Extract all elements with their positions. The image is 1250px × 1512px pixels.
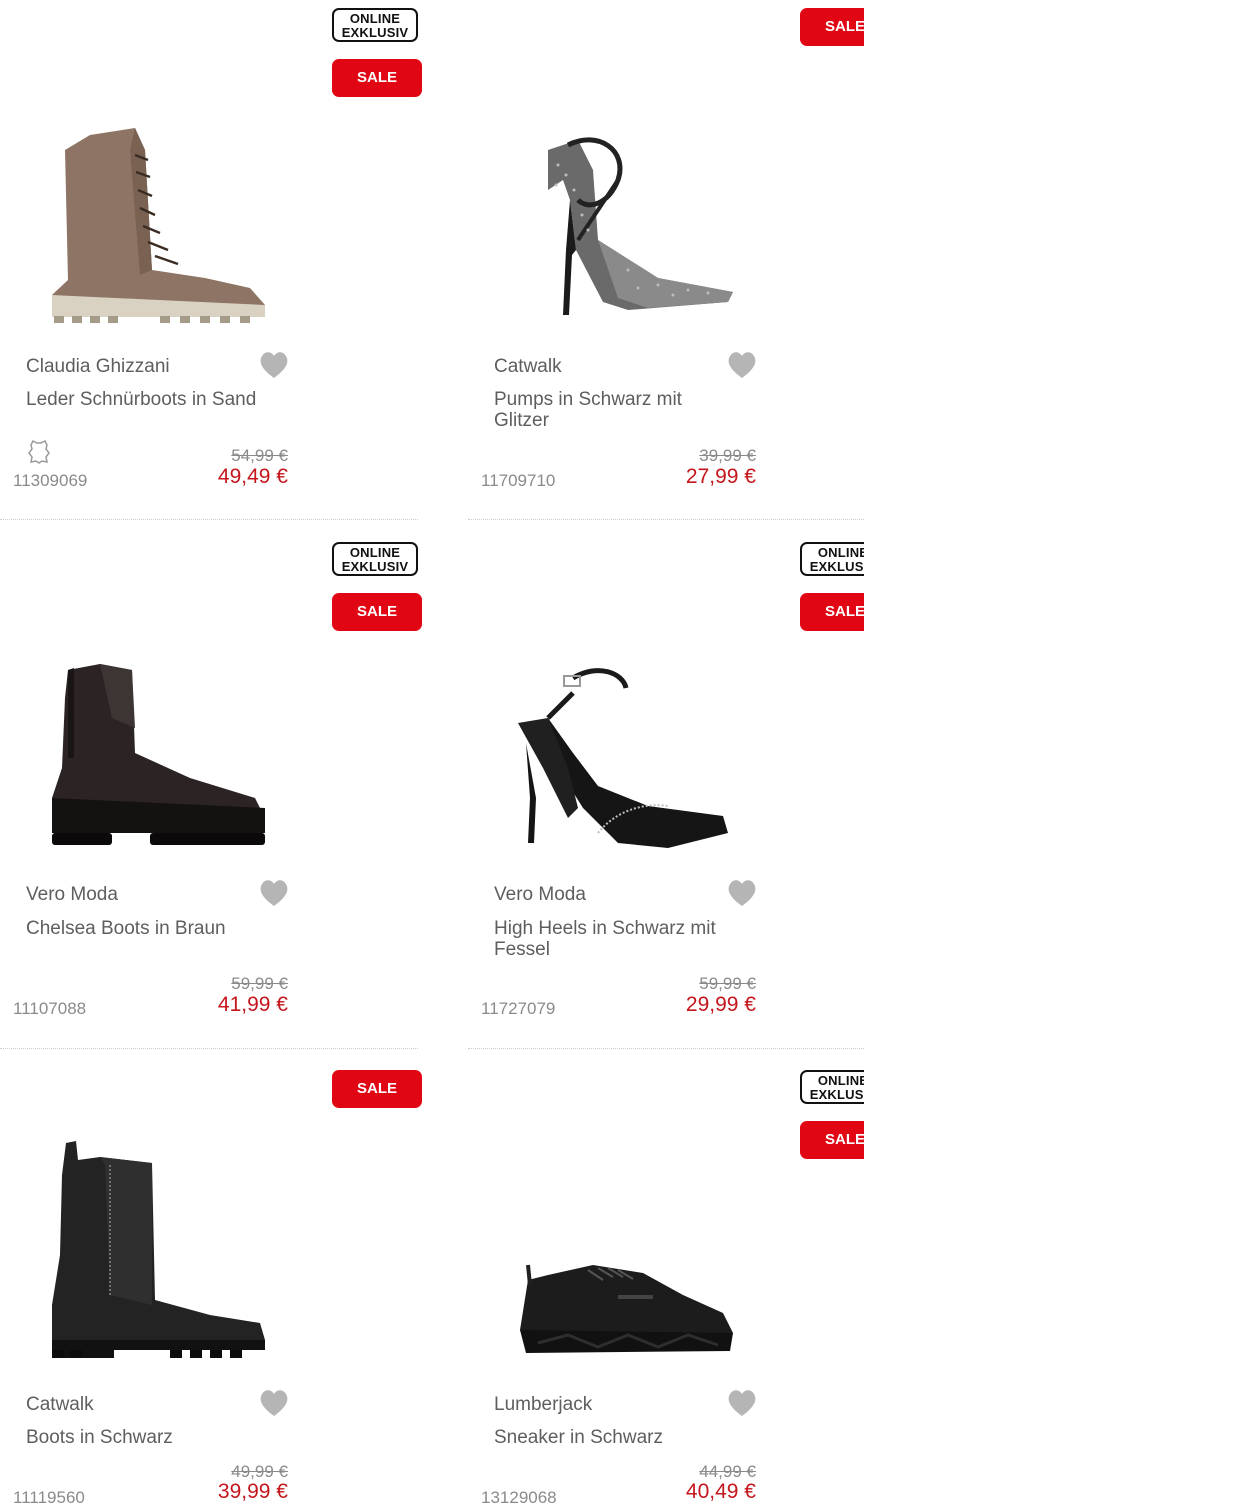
online-exclusive-badge: ONLINEEXKLUSIV (800, 542, 864, 576)
divider (468, 1048, 864, 1049)
product-brand[interactable]: Vero Moda (494, 884, 586, 906)
product-card[interactable]: ONLINE EXKLUSIV SALE Vero Moda Chelsea Bo… (0, 530, 430, 1050)
sale-badge: SALE (800, 8, 864, 46)
old-price: 49,99 € (231, 1462, 288, 1481)
heart-icon[interactable] (258, 350, 290, 380)
sale-price: 40,49 € (685, 1480, 756, 1503)
product-image[interactable] (40, 1135, 280, 1365)
article-number: 11727079 (481, 999, 556, 1018)
product-brand[interactable]: Claudia Ghizzani (26, 356, 170, 378)
product-card[interactable]: ONLINEEXKLUSIV SALE Vero Moda High Heels… (468, 530, 864, 1050)
leather-icon (28, 439, 50, 464)
old-price: 59,99 € (699, 974, 756, 993)
product-name[interactable]: Sneaker in Schwarz (494, 1427, 754, 1448)
old-price: 44,99 € (699, 1462, 756, 1481)
heart-icon[interactable] (258, 1388, 290, 1418)
product-name[interactable]: Chelsea Boots in Braun (26, 918, 286, 939)
old-price: 59,99 € (231, 974, 288, 993)
heart-icon[interactable] (726, 1388, 758, 1418)
article-number: 11107088 (13, 999, 87, 1018)
sale-badge: SALE (332, 59, 422, 97)
sale-price: 49,49 € (217, 465, 288, 488)
sale-badge: SALE (800, 593, 864, 631)
heart-icon[interactable] (726, 878, 758, 908)
product-grid: ONLINE EXKLUSIV SALE Claudia Ghizzani Le… (0, 0, 864, 1512)
divider (468, 519, 864, 520)
product-image[interactable] (40, 120, 280, 330)
product-brand[interactable]: Catwalk (26, 1394, 94, 1416)
product-image[interactable] (508, 1255, 748, 1365)
article-number: 11309069 (13, 471, 88, 490)
sale-price: 39,99 € (217, 1480, 288, 1503)
sale-badge: SALE (800, 1121, 864, 1159)
product-card[interactable]: SALE Catwalk Pumps in Schwarz mit Glitze… (468, 0, 864, 520)
online-exclusive-badge: ONLINEEXKLUSIV (800, 1070, 864, 1104)
old-price: 39,99 € (699, 446, 756, 465)
product-card[interactable]: ONLINE EXKLUSIV SALE Claudia Ghizzani Le… (0, 0, 430, 520)
online-exclusive-badge: ONLINEEXKLUSIV (332, 8, 418, 42)
sale-price: 27,99 € (685, 465, 756, 488)
product-name[interactable]: Leder Schnürboots in Sand (26, 389, 296, 410)
article-number: 11709710 (481, 471, 556, 490)
heart-icon[interactable] (726, 350, 758, 380)
article-number: 11119560 (13, 1488, 85, 1507)
product-name[interactable]: High Heels in Schwarz mit Fessel (494, 918, 744, 960)
product-brand[interactable]: Vero Moda (26, 884, 118, 906)
sale-price: 29,99 € (685, 993, 756, 1016)
product-brand[interactable]: Lumberjack (494, 1394, 592, 1416)
divider (0, 519, 418, 520)
article-number: 13129068 (481, 1488, 557, 1507)
heart-icon[interactable] (258, 878, 290, 908)
product-brand[interactable]: Catwalk (494, 356, 562, 378)
product-name[interactable]: Pumps in Schwarz mit Glitzer (494, 389, 734, 431)
old-price: 54,99 € (231, 446, 288, 465)
product-card[interactable]: SALE Catwalk Boots in Schwarz 11119560 4… (0, 1060, 430, 1512)
sale-price: 41,99 € (217, 993, 288, 1016)
product-card[interactable]: ONLINEEXKLUSIV SALE Lumberjack Sneaker i… (468, 1060, 864, 1512)
product-image[interactable] (508, 658, 748, 858)
product-image[interactable] (508, 130, 748, 330)
sale-badge: SALE (332, 593, 422, 631)
product-image[interactable] (40, 658, 280, 858)
divider (0, 1048, 418, 1049)
sale-badge: SALE (332, 1070, 422, 1108)
online-exclusive-badge: ONLINEEXKLUSIV (332, 542, 418, 576)
product-name[interactable]: Boots in Schwarz (26, 1427, 286, 1448)
